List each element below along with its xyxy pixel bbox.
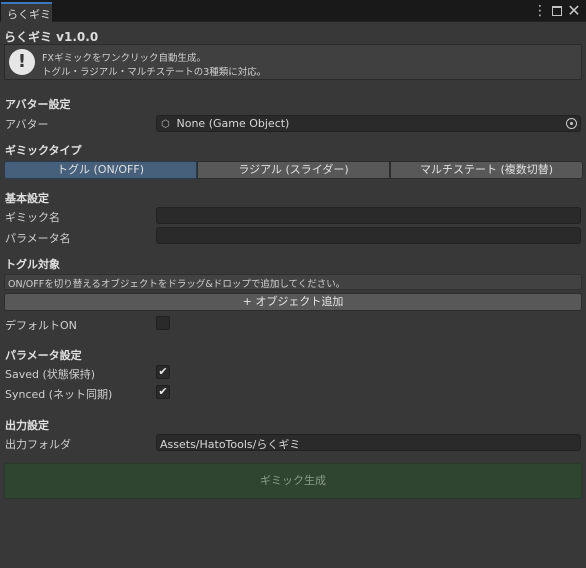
- avatar-value: None (Game Object): [176, 117, 290, 130]
- synced-label: Synced (ネット同期): [5, 388, 113, 401]
- info-icon: !: [9, 49, 35, 75]
- inspector-panel: らくギミ v1.0.0 ! FXギミックをワンクリック自動生成。 トグル・ラジア…: [0, 22, 586, 568]
- menu-icon[interactable]: ⋮: [532, 2, 548, 20]
- section-output: 出力設定: [5, 419, 49, 432]
- section-avatar: アバター設定: [5, 98, 71, 111]
- avatar-label: アバター: [5, 118, 49, 131]
- output-folder-label: 出力フォルダ: [5, 438, 71, 451]
- object-picker-icon[interactable]: [566, 118, 577, 129]
- section-params: パラメータ設定: [5, 349, 82, 362]
- help-line-1: FXギミックをワンクリック自動生成。: [42, 53, 206, 64]
- help-box: ! FXギミックをワンクリック自動生成。 トグル・ラジアル・マルチステートの3種…: [4, 44, 582, 80]
- gimmick-name-label: ギミック名: [5, 211, 60, 224]
- gameobject-icon: ⬡: [161, 119, 170, 130]
- synced-checkbox[interactable]: ✔: [156, 385, 170, 399]
- window-tab[interactable]: らくギミ: [1, 2, 52, 22]
- section-toggle-target: トグル対象: [5, 258, 60, 271]
- add-object-button[interactable]: + オブジェクト追加: [4, 293, 582, 311]
- section-gimmick-type: ギミックタイプ: [5, 144, 82, 157]
- gimmick-type-toolbar: トグル (ON/OFF) ラジアル (スライダー) マルチステート (複数切替): [4, 161, 583, 179]
- drop-info-box: ON/OFFを切り替えるオブジェクトをドラッグ&ドロップで追加してください。: [4, 274, 582, 290]
- default-on-label: デフォルトON: [5, 319, 77, 332]
- help-line-2: トグル・ラジアル・マルチステートの3種類に対応。: [42, 67, 267, 78]
- saved-checkbox[interactable]: ✔: [156, 365, 170, 379]
- param-name-input[interactable]: [156, 227, 581, 244]
- close-icon[interactable]: ✕: [566, 2, 582, 20]
- generate-button[interactable]: ギミック生成: [4, 463, 582, 499]
- tab-multistate[interactable]: マルチステート (複数切替): [390, 161, 583, 179]
- maximize-icon[interactable]: [549, 2, 565, 20]
- param-name-label: パラメータ名: [5, 232, 71, 245]
- avatar-field[interactable]: ⬡ None (Game Object): [156, 115, 581, 132]
- output-folder-input[interactable]: Assets/HatoTools/らくギミ: [156, 434, 581, 451]
- tab-radial[interactable]: ラジアル (スライダー): [197, 161, 390, 179]
- app-title: らくギミ v1.0.0: [4, 30, 99, 44]
- gimmick-name-input[interactable]: [156, 207, 581, 224]
- tab-toggle[interactable]: トグル (ON/OFF): [4, 161, 197, 179]
- window-tabbar: らくギミ ⋮ ✕: [0, 0, 586, 22]
- default-on-checkbox[interactable]: [156, 316, 170, 330]
- section-basic: 基本設定: [5, 192, 49, 205]
- saved-label: Saved (状態保持): [5, 368, 96, 381]
